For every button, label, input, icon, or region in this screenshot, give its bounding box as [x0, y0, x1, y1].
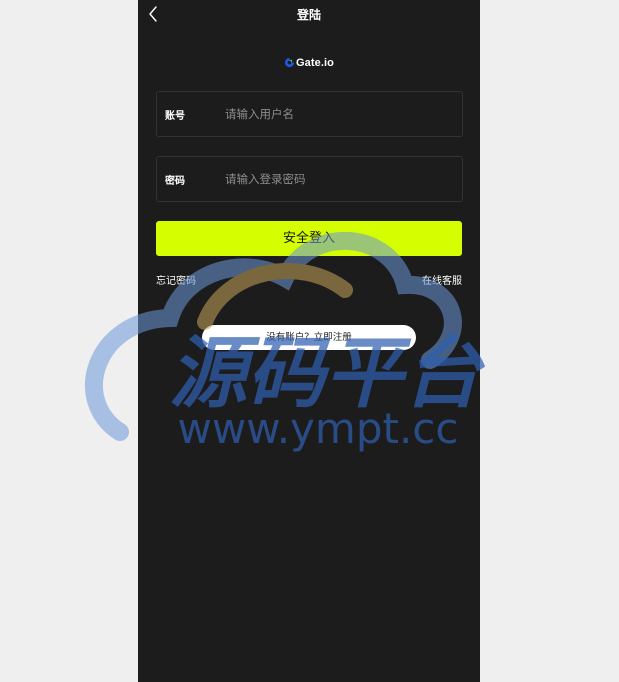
online-service-link[interactable]: 在线客服	[422, 272, 462, 287]
brand-logo: Gate.io	[138, 53, 480, 69]
login-screen: 登陆 Gate.io 账号 密码 安全登入 忘记密码 在线客服 没有账户？立即注…	[138, 0, 480, 682]
password-input[interactable]	[219, 167, 461, 191]
page-title: 登陆	[296, 8, 321, 22]
account-label: 账号	[165, 111, 185, 122]
gate-logo-icon	[284, 57, 295, 68]
account-field: 账号	[156, 91, 463, 137]
login-button[interactable]: 安全登入	[156, 221, 462, 256]
register-button[interactable]: 没有账户？立即注册	[202, 325, 416, 350]
password-field: 密码	[156, 156, 463, 202]
password-label: 密码	[165, 176, 185, 187]
nav-bar: 登陆	[138, 0, 480, 30]
forgot-password-link[interactable]: 忘记密码	[156, 272, 196, 287]
logo-text: Gate.io	[296, 56, 334, 69]
account-input[interactable]	[219, 102, 461, 126]
